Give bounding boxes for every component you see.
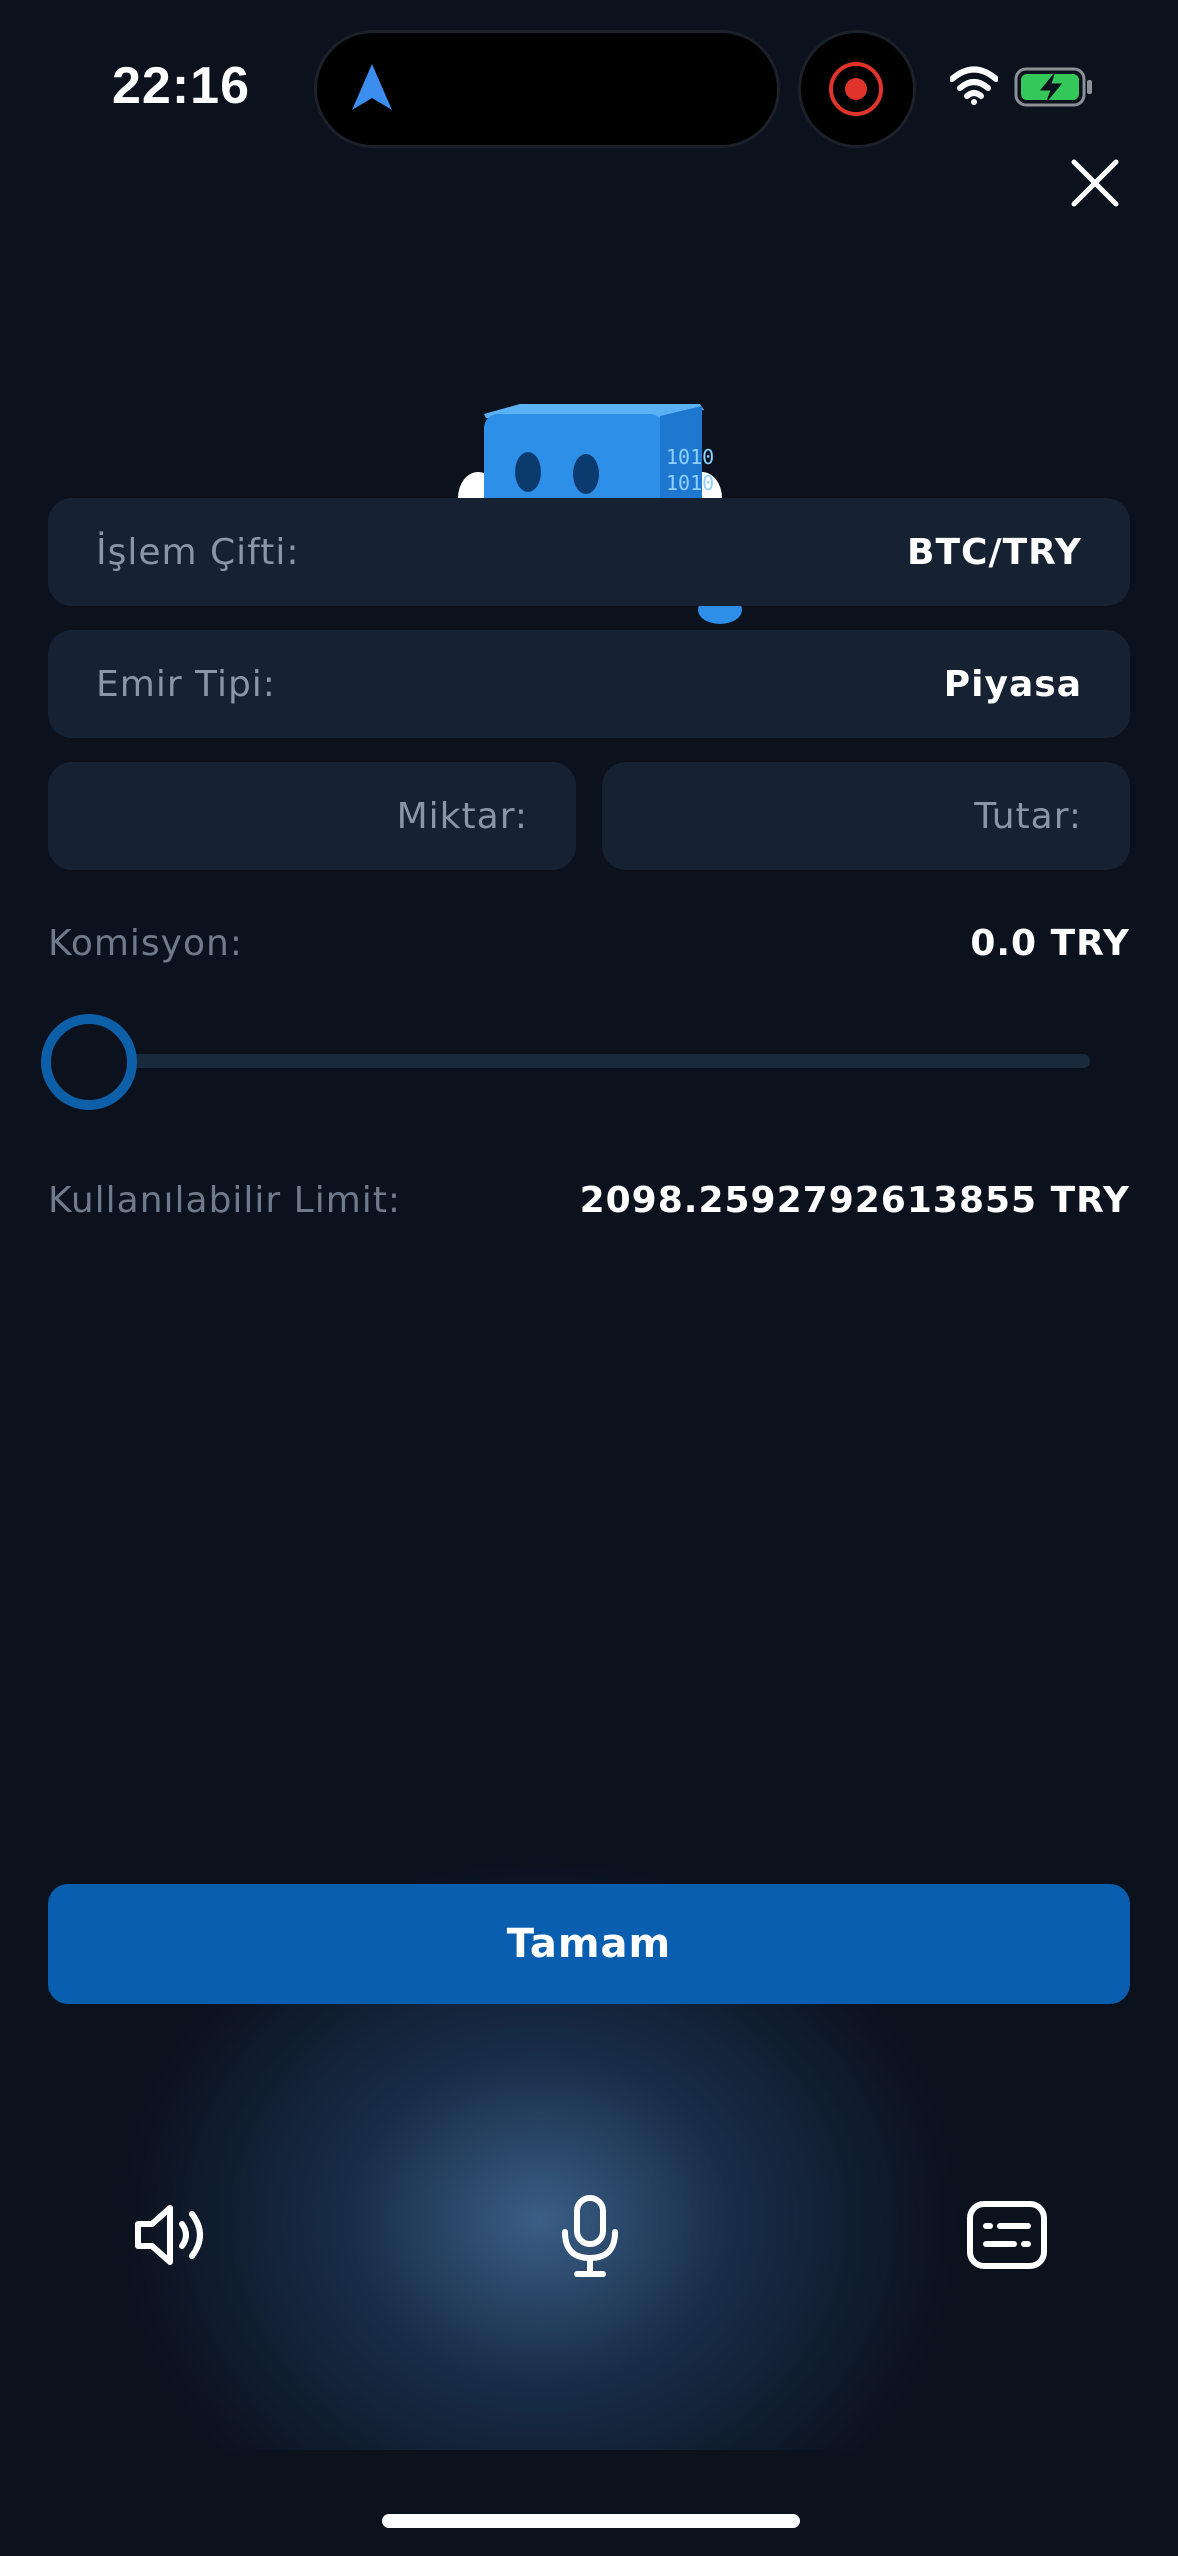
amount-field[interactable]: Miktar: (48, 762, 576, 870)
amount-slider-track[interactable] (60, 1054, 1090, 1068)
svg-text:1010: 1010 (666, 445, 714, 469)
location-arrow-icon (352, 64, 392, 110)
limit-line: Kullanılabilir Limit: 2098.2592792613855… (48, 1175, 1130, 1225)
amount-slider-thumb[interactable] (41, 1014, 137, 1110)
commission-line: Komisyon: 0.0 TRY (48, 918, 1130, 968)
limit-label: Kullanılabilir Limit: (48, 1179, 402, 1221)
order-type-row[interactable]: Emir Tipi: Piyasa (48, 630, 1130, 738)
order-type-value: Piyasa (943, 663, 1082, 705)
battery-charging-icon (1014, 67, 1092, 107)
status-time: 22:16 (112, 57, 250, 115)
order-type-label: Emir Tipi: (96, 663, 276, 705)
ok-button[interactable]: Tamam (48, 1884, 1130, 2004)
limit-value: 2098.2592792613855 TRY (579, 1179, 1130, 1221)
bottom-safe-area (0, 2452, 1178, 2556)
voice-glow (0, 1750, 1178, 2450)
amount-label: Miktar: (396, 795, 528, 837)
commission-label: Komisyon: (48, 922, 243, 964)
home-indicator[interactable] (382, 2514, 800, 2528)
microphone-icon[interactable] (545, 2190, 635, 2280)
total-field[interactable]: Tutar: (602, 762, 1130, 870)
wifi-icon (950, 66, 998, 105)
commission-value: 0.0 TRY (970, 922, 1130, 964)
screen: 22:16 1010 1010 İşlem Çifti: BTC/TRY Emi… (0, 0, 1178, 2556)
total-label: Tutar: (974, 795, 1082, 837)
pair-label: İşlem Çifti: (96, 531, 300, 573)
close-button[interactable] (1060, 148, 1130, 218)
speaker-icon[interactable] (126, 2190, 216, 2280)
svg-text:1010: 1010 (666, 471, 714, 495)
record-icon (829, 62, 883, 116)
pair-row[interactable]: İşlem Çifti: BTC/TRY (48, 498, 1130, 606)
pair-value: BTC/TRY (907, 531, 1082, 573)
keyboard-icon[interactable] (962, 2190, 1052, 2280)
